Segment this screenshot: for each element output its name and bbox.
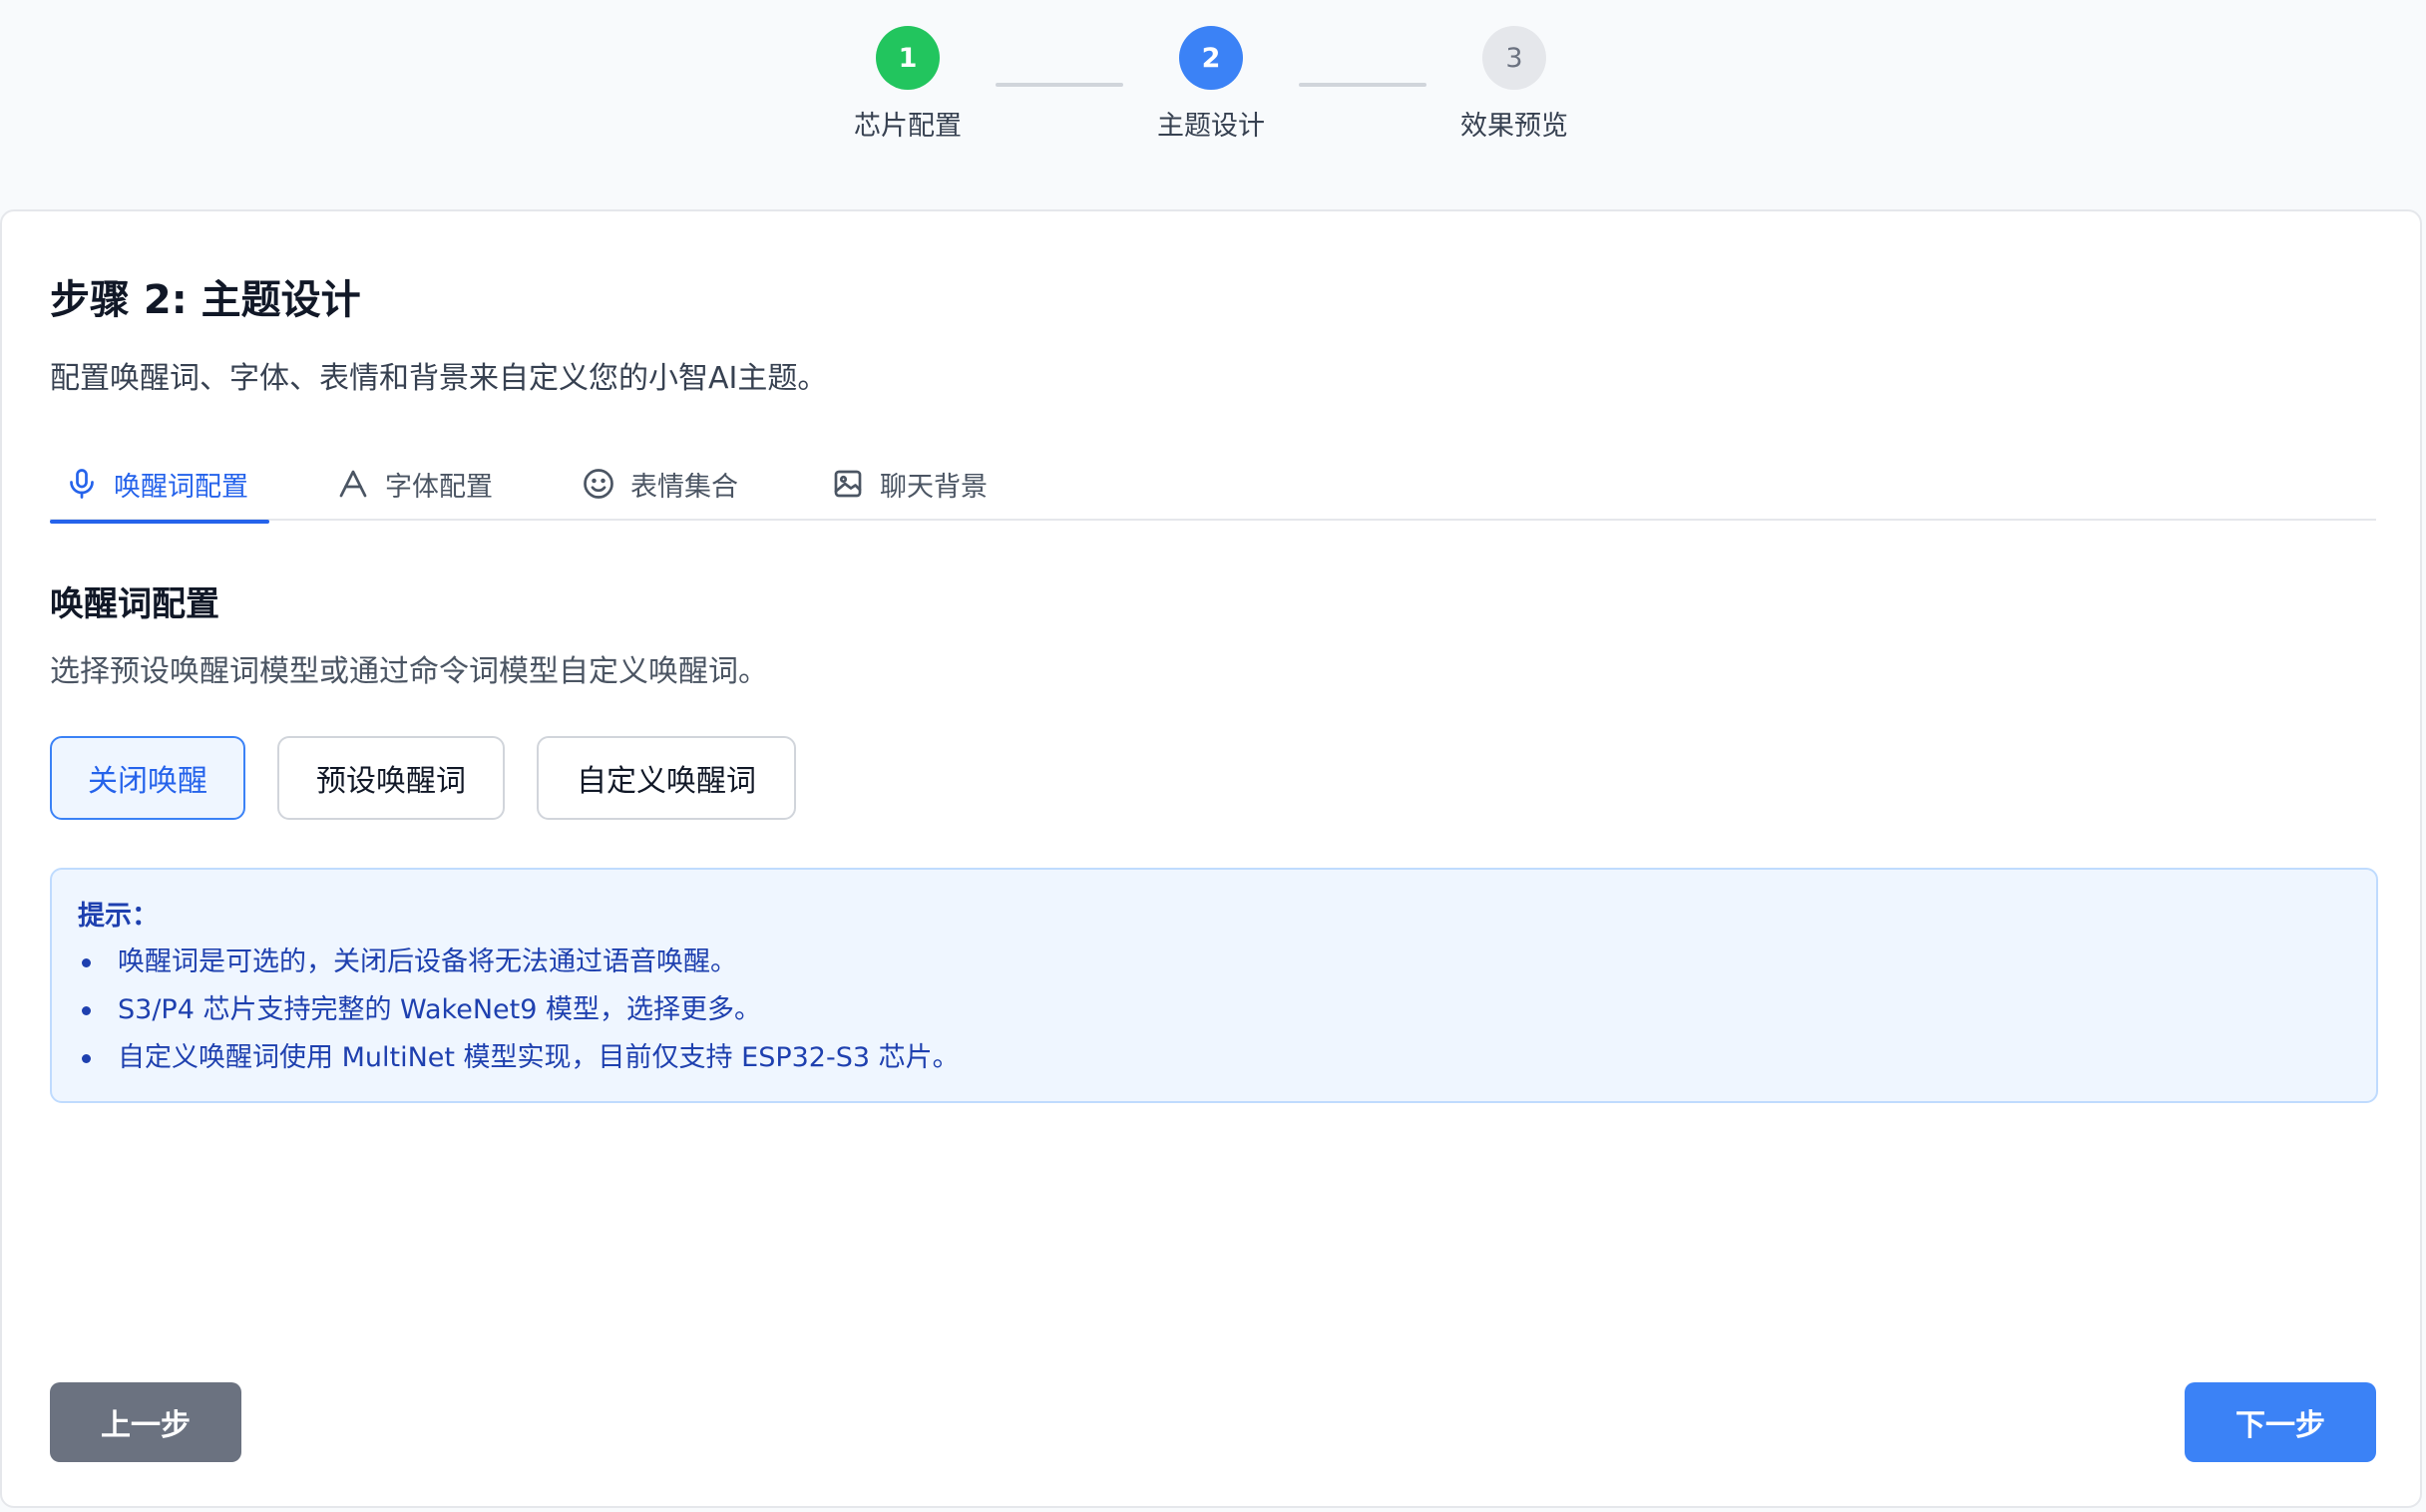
previous-step-button[interactable]: 上一步 bbox=[50, 1382, 241, 1462]
tip-item: S3/P4 芯片支持完整的 WakeNet9 模型，选择更多。 bbox=[78, 986, 2350, 1034]
next-step-button[interactable]: 下一步 bbox=[2185, 1382, 2376, 1462]
step-connector bbox=[1299, 83, 1426, 87]
disable-wake-button[interactable]: 关闭唤醒 bbox=[50, 736, 245, 820]
tip-item: 唤醒词是可选的，关闭后设备将无法通过语音唤醒。 bbox=[78, 939, 2350, 986]
tip-list: 唤醒词是可选的，关闭后设备将无法通过语音唤醒。 S3/P4 芯片支持完整的 Wa… bbox=[78, 939, 2350, 1082]
tab-label: 唤醒词配置 bbox=[114, 471, 248, 503]
step-label: 效果预览 bbox=[1460, 111, 1568, 142]
step-label: 芯片配置 bbox=[854, 111, 962, 142]
theme-design-card: 步骤 2: 主题设计 配置唤醒词、字体、表情和背景来自定义您的小智AI主题。 唤… bbox=[0, 209, 2422, 1508]
tab-font[interactable]: 字体配置 bbox=[335, 447, 493, 521]
tab-bar: 唤醒词配置 字体配置 表情集合 聊天背景 bbox=[50, 447, 2376, 524]
step-theme-design[interactable]: 2 主题设计 bbox=[1111, 0, 1311, 143]
step-number: 3 bbox=[1482, 26, 1546, 90]
stepper: 1 芯片配置 2 主题设计 3 效果预览 bbox=[0, 0, 2426, 209]
custom-wake-word-button[interactable]: 自定义唤醒词 bbox=[537, 736, 796, 820]
step-label: 主题设计 bbox=[1157, 111, 1265, 142]
image-icon bbox=[834, 470, 862, 498]
microphone-icon bbox=[70, 469, 94, 499]
step-preview[interactable]: 3 效果预览 bbox=[1415, 0, 1614, 143]
step-chip-config[interactable]: 1 芯片配置 bbox=[808, 0, 1008, 143]
tip-item: 自定义唤醒词使用 MultiNet 模型实现，目前仅支持 ESP32-S3 芯片… bbox=[78, 1034, 2350, 1082]
step-connector bbox=[996, 83, 1123, 87]
tab-chat-background[interactable]: 聊天背景 bbox=[830, 447, 988, 521]
preset-wake-word-button[interactable]: 预设唤醒词 bbox=[277, 736, 505, 820]
section-title: 唤醒词配置 bbox=[50, 584, 219, 624]
tab-label: 字体配置 bbox=[385, 471, 493, 503]
smiley-icon bbox=[584, 469, 613, 499]
tip-title: 提示： bbox=[78, 901, 159, 932]
section-description: 选择预设唤醒词模型或通过命令词模型自定义唤醒词。 bbox=[50, 654, 768, 689]
step-number: 2 bbox=[1179, 26, 1243, 90]
tab-label: 聊天背景 bbox=[880, 471, 988, 503]
tab-emoji[interactable]: 表情集合 bbox=[581, 447, 738, 521]
font-icon bbox=[339, 470, 367, 498]
tab-label: 表情集合 bbox=[630, 471, 738, 503]
tip-box: 提示： 唤醒词是可选的，关闭后设备将无法通过语音唤醒。 S3/P4 芯片支持完整… bbox=[50, 868, 2378, 1103]
tab-wake-word[interactable]: 唤醒词配置 bbox=[50, 447, 269, 524]
page-title: 步骤 2: 主题设计 bbox=[50, 277, 361, 323]
page-description: 配置唤醒词、字体、表情和背景来自定义您的小智AI主题。 bbox=[50, 361, 828, 396]
step-number: 1 bbox=[876, 26, 940, 90]
